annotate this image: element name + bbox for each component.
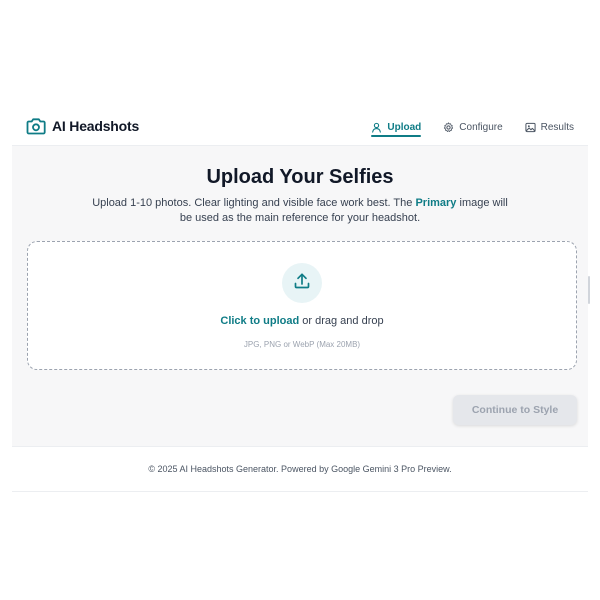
user-icon <box>371 122 382 133</box>
tab-results-label: Results <box>540 121 574 133</box>
tab-configure[interactable]: Configure <box>443 108 503 146</box>
scrollbar-thumb[interactable] <box>588 276 590 304</box>
tab-upload-label: Upload <box>387 121 422 133</box>
tab-results[interactable]: Results <box>525 108 574 146</box>
upload-panel: Upload Your Selfies Upload 1-10 photos. … <box>12 146 590 446</box>
page-subtitle: Upload 1-10 photos. Clear lighting and v… <box>92 196 508 226</box>
click-to-upload-link[interactable]: Click to upload <box>220 315 299 327</box>
primary-highlight: Primary <box>415 197 457 209</box>
app-window: AI Headshots Upload Configure Results Up… <box>12 108 590 492</box>
brand[interactable]: AI Headshots <box>26 117 139 135</box>
upload-icon <box>292 271 312 296</box>
gear-icon <box>443 121 454 133</box>
footer: © 2025 AI Headshots Generator. Powered b… <box>12 446 588 492</box>
image-icon <box>525 122 536 133</box>
continue-to-style-button[interactable]: Continue to Style <box>453 395 577 425</box>
step-nav: Upload Configure Results <box>371 108 574 146</box>
drag-drop-text: or drag and drop <box>299 315 384 327</box>
tab-configure-label: Configure <box>459 121 503 133</box>
footer-text: © 2025 AI Headshots Generator. Powered b… <box>148 464 452 474</box>
upload-icon-circle <box>282 263 322 303</box>
header: AI Headshots Upload Configure Results <box>12 108 588 146</box>
upload-dropzone[interactable]: Click to upload or drag and drop JPG, PN… <box>27 241 577 370</box>
subtitle-text-start: Upload 1-10 photos. Clear lighting and v… <box>92 197 416 209</box>
file-type-hint: JPG, PNG or WebP (Max 20MB) <box>243 340 361 349</box>
page-title: Upload Your Selfies <box>206 166 394 188</box>
camera-icon <box>26 117 46 135</box>
app-title: AI Headshots <box>52 118 140 134</box>
upload-instructions: Click to upload or drag and drop <box>28 315 576 327</box>
tab-upload[interactable]: Upload <box>371 108 421 146</box>
